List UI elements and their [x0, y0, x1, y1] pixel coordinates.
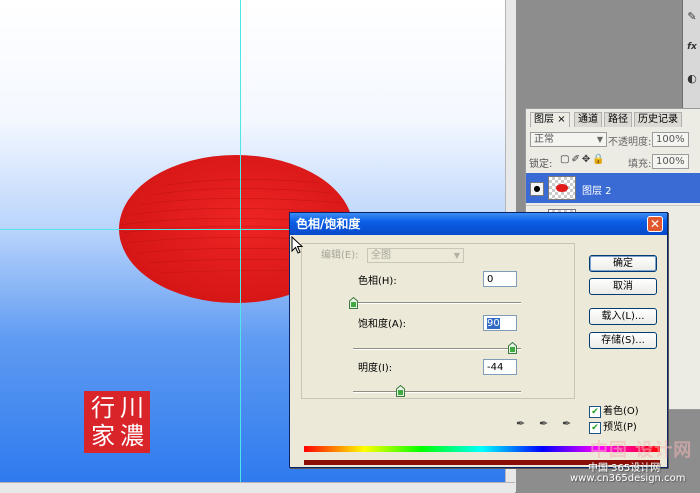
edit-value: 全图	[371, 250, 391, 261]
colorize-checkbox[interactable]: ✔	[589, 406, 601, 418]
edit-dropdown[interactable]: 全图 ▼	[367, 248, 464, 263]
eyedropper-minus-icon[interactable]: ✒	[562, 417, 571, 430]
saturation-label: 饱和度(A):	[358, 319, 407, 330]
edit-label: 编辑(E):	[321, 250, 359, 261]
hue-value: 0	[487, 274, 494, 285]
watermark-url: www.cn365design.com	[570, 473, 686, 484]
lightness-input[interactable]: -44	[483, 359, 517, 375]
saturation-slider-thumb[interactable]	[508, 342, 518, 354]
tab-layers-label: 图层	[534, 114, 554, 125]
hue-saturation-dialog: 色相/饱和度 ✕ 编辑(E): 全图 ▼ 色相(H): 0 饱和度(A): 90…	[289, 212, 668, 468]
lightness-value: -44	[487, 362, 504, 373]
cancel-button[interactable]: 取消	[589, 278, 657, 295]
tab-history-label: 历史记录	[638, 114, 678, 125]
chevron-down-icon: ▼	[596, 135, 604, 144]
opacity-field[interactable]: 100%	[652, 132, 689, 147]
fill-field[interactable]: 100%	[652, 154, 689, 169]
saturation-input[interactable]: 90	[483, 315, 517, 331]
chevron-down-icon: ▼	[453, 251, 461, 260]
lightness-label: 明度(I):	[358, 363, 393, 374]
vertical-guide-line[interactable]	[240, 0, 241, 492]
saturation-value: 90	[487, 318, 500, 329]
tab-paths[interactable]: 路径	[604, 112, 632, 127]
eye-icon[interactable]: ●	[530, 182, 544, 196]
lightness-slider-track[interactable]	[353, 391, 521, 393]
tab-channels-label: 通道	[578, 114, 598, 125]
opacity-value: 100%	[656, 134, 685, 145]
tool-options-strip: ✎ fx ◐	[682, 0, 700, 108]
petal-thumbnail-shape	[556, 184, 568, 192]
seal-char: 濃	[120, 422, 144, 450]
preview-checkbox[interactable]: ✔	[589, 422, 601, 434]
preview-label: 预览(P)	[603, 422, 637, 433]
dialog-title: 色相/饱和度	[296, 217, 361, 231]
lightness-slider-thumb[interactable]	[395, 385, 405, 397]
brush-tool-icon[interactable]: ✎	[685, 10, 699, 24]
lock-label: 锁定:	[529, 159, 553, 170]
seal-char: 行	[91, 394, 115, 422]
hue-slider-thumb[interactable]	[348, 297, 358, 309]
close-icon[interactable]: ×	[557, 114, 565, 125]
layer-name: 图层 2	[582, 186, 612, 197]
fx-icon[interactable]: fx	[685, 40, 699, 54]
blend-mode-value: 正常	[534, 134, 554, 145]
fill-value: 100%	[656, 156, 685, 167]
load-button[interactable]: 载入(L)...	[589, 308, 657, 325]
tab-history[interactable]: 历史记录	[634, 112, 682, 127]
seal-char: 家	[91, 422, 115, 450]
opacity-label: 不透明度:	[608, 137, 652, 148]
eyedropper-plus-icon[interactable]: ✒	[539, 417, 548, 430]
close-button[interactable]: ✕	[647, 216, 663, 232]
saturation-slider-track[interactable]	[353, 348, 521, 350]
mouse-cursor-icon	[291, 236, 303, 254]
save-button[interactable]: 存储(S)...	[589, 332, 657, 349]
hue-slider-track[interactable]	[353, 302, 521, 304]
fill-label: 填充:	[628, 159, 652, 170]
ok-button[interactable]: 确定	[589, 255, 657, 272]
hue-input[interactable]: 0	[483, 271, 517, 287]
blend-mode-dropdown[interactable]: 正常 ▼	[530, 132, 607, 147]
canvas-horizontal-scrollbar[interactable]	[0, 482, 515, 493]
layer-thumbnail	[548, 176, 576, 200]
adjustment-group-box	[301, 243, 575, 399]
watermark-text: 中国 365设计网	[588, 463, 661, 474]
hue-label: 色相(H):	[358, 276, 397, 287]
seal-char: 川	[120, 394, 144, 422]
eyedropper-icon[interactable]: ✒	[516, 417, 525, 430]
lock-icons[interactable]: ▢✐✥🔒	[560, 154, 607, 165]
adjustment-icon[interactable]: ◐	[685, 72, 699, 86]
tab-layers[interactable]: 图层 ×	[530, 112, 570, 127]
tab-channels[interactable]: 通道	[574, 112, 602, 127]
chinese-seal-stamp: 川 行 家 濃	[84, 391, 150, 453]
layer-row-selected[interactable]: ● 图层 2	[526, 173, 700, 203]
dialog-titlebar[interactable]: 色相/饱和度 ✕	[290, 213, 667, 235]
tab-paths-label: 路径	[608, 114, 628, 125]
colorize-label: 着色(O)	[603, 406, 639, 417]
